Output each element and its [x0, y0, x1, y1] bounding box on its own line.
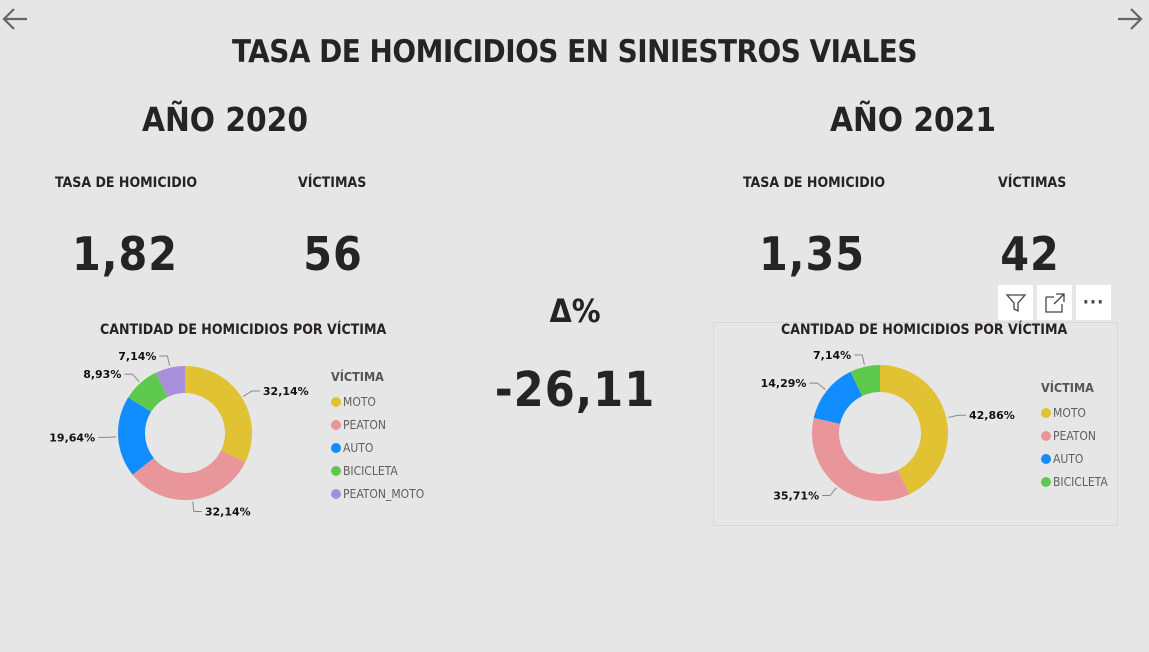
- rate-value-2021: 1,35: [758, 227, 866, 281]
- victims-value-2021: 42: [1000, 227, 1060, 281]
- data-label-2020-0: 32,14%: [263, 385, 309, 398]
- legend-item-2021-peaton[interactable]: PEATON: [1041, 424, 1108, 447]
- leader-line-2020-2: [98, 436, 117, 438]
- legend-label: MOTO: [1053, 405, 1086, 420]
- legend-dot-icon: [1041, 407, 1051, 418]
- leader-line-2020-0: [243, 390, 260, 397]
- page-title: TASA DE HOMICIDIOS EN SINIESTROS VIALES: [232, 34, 917, 70]
- rate-label-2021: TASA DE HOMICIDIO: [743, 175, 886, 191]
- legend-dot-icon: [1041, 453, 1051, 464]
- legend-item-2021-auto[interactable]: AUTO: [1041, 447, 1108, 470]
- legend-dot-icon: [331, 396, 341, 407]
- legend-label: AUTO: [1053, 451, 1084, 466]
- legend-label: AUTO: [343, 440, 374, 455]
- legend-label: PEATON: [343, 417, 386, 432]
- legend-dot-icon: [331, 442, 341, 453]
- legend-label: PEATON_MOTO: [343, 486, 425, 501]
- visual-header-toolbar: ···: [998, 285, 1111, 320]
- forward-arrow-icon[interactable]: [1115, 4, 1145, 34]
- data-label-2020-1: 32,14%: [205, 506, 251, 519]
- more-options-icon: ···: [1082, 292, 1105, 313]
- delta-label: Δ%: [549, 292, 601, 330]
- legend-2020: VÍCTIMA MOTO PEATON AUTO BICICLETA PEATON_MO…: [331, 369, 424, 505]
- delta-value: -26,11: [494, 362, 656, 418]
- legend-label: MOTO: [343, 394, 376, 409]
- data-label-2020-4: 7,14%: [118, 350, 156, 363]
- legend-dot-icon: [331, 488, 341, 499]
- chart-title-2020: CANTIDAD DE HOMICIDIOS POR VÍCTIMA: [100, 322, 387, 338]
- filter-icon: [1005, 293, 1026, 312]
- legend-dot-icon: [331, 419, 341, 430]
- legend-item-2020-peaton_moto[interactable]: PEATON_MOTO: [331, 482, 424, 505]
- chart-title-2021: CANTIDAD DE HOMICIDIOS POR VÍCTIMA: [781, 322, 1068, 338]
- data-label-2020-2: 19,64%: [49, 431, 95, 444]
- legend-dot-icon: [1041, 476, 1051, 487]
- focus-mode-icon: [1044, 292, 1065, 313]
- legend-dot-icon: [1041, 430, 1051, 441]
- legend-label: BICICLETA: [1053, 474, 1108, 489]
- leader-line-2020-1: [192, 501, 202, 513]
- leader-line-2020-3: [124, 373, 140, 382]
- legend-item-2020-peaton[interactable]: PEATON: [331, 413, 424, 436]
- data-label-2020-3: 8,93%: [83, 368, 121, 381]
- legend-title-2021: VÍCTIMA: [1041, 380, 1094, 395]
- legend-title-2020: VÍCTIMA: [331, 369, 384, 384]
- back-arrow-icon[interactable]: [0, 4, 30, 34]
- legend-item-2021-moto[interactable]: MOTO: [1041, 401, 1108, 424]
- victims-label-2020: VÍCTIMAS: [298, 175, 367, 191]
- rate-label-2020: TASA DE HOMICIDIO: [55, 175, 198, 191]
- legend-dot-icon: [331, 465, 341, 476]
- leader-line-2020-4: [159, 355, 171, 366]
- more-options-button[interactable]: ···: [1076, 285, 1111, 320]
- rate-value-2020: 1,82: [71, 227, 179, 281]
- year-2020-heading: AÑO 2020: [141, 100, 308, 139]
- filter-button[interactable]: [998, 285, 1033, 320]
- legend-item-2020-bicicleta[interactable]: BICICLETA: [331, 459, 424, 482]
- legend-item-2020-moto[interactable]: MOTO: [331, 390, 424, 413]
- legend-label: PEATON: [1053, 428, 1096, 443]
- victims-label-2021: VÍCTIMAS: [998, 175, 1067, 191]
- donut-slice-2020-moto[interactable]: [185, 366, 252, 463]
- year-2021-heading: AÑO 2021: [829, 100, 996, 139]
- legend-label: BICICLETA: [343, 463, 398, 478]
- legend-2021: VÍCTIMA MOTO PEATON AUTO BICICLETA: [1041, 380, 1108, 493]
- legend-item-2021-bicicleta[interactable]: BICICLETA: [1041, 470, 1108, 493]
- victims-value-2020: 56: [303, 227, 363, 281]
- legend-item-2020-auto[interactable]: AUTO: [331, 436, 424, 459]
- focus-mode-button[interactable]: [1037, 285, 1072, 320]
